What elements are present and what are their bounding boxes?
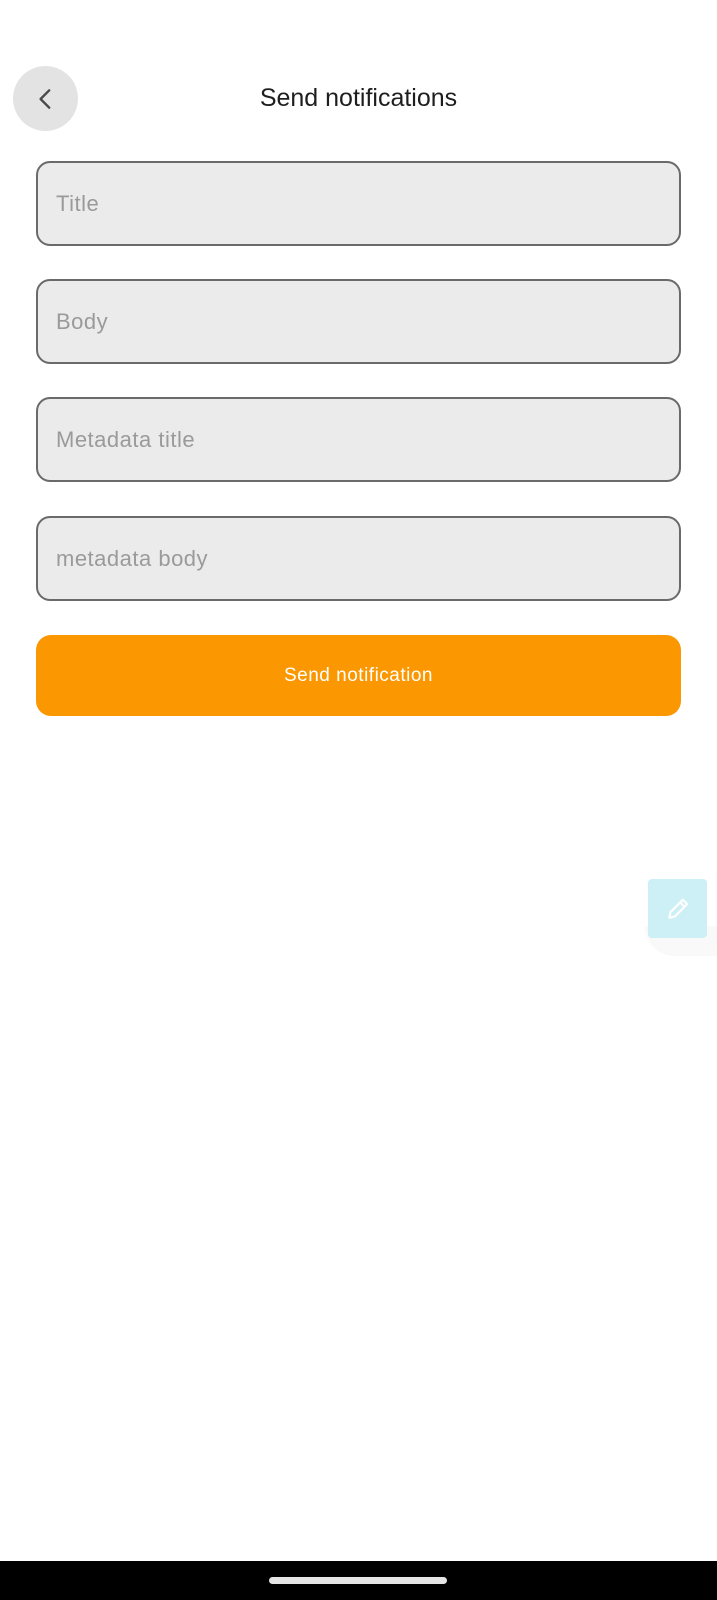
page-title: Send notifications <box>259 84 458 112</box>
body-input[interactable] <box>38 281 679 362</box>
metadata-body-input[interactable] <box>38 518 679 599</box>
metadata-title-input[interactable] <box>38 399 679 480</box>
send-notification-button[interactable]: Send notification <box>36 635 681 716</box>
title-input[interactable] <box>38 163 679 244</box>
body-field[interactable] <box>36 279 681 364</box>
metadata-title-field[interactable] <box>36 397 681 482</box>
system-navigation-bar <box>0 1561 717 1600</box>
home-indicator[interactable] <box>269 1577 447 1584</box>
title-field[interactable] <box>36 161 681 246</box>
metadata-body-field[interactable] <box>36 516 681 601</box>
floating-edit-button[interactable] <box>648 879 707 938</box>
pencil-icon <box>667 898 688 919</box>
